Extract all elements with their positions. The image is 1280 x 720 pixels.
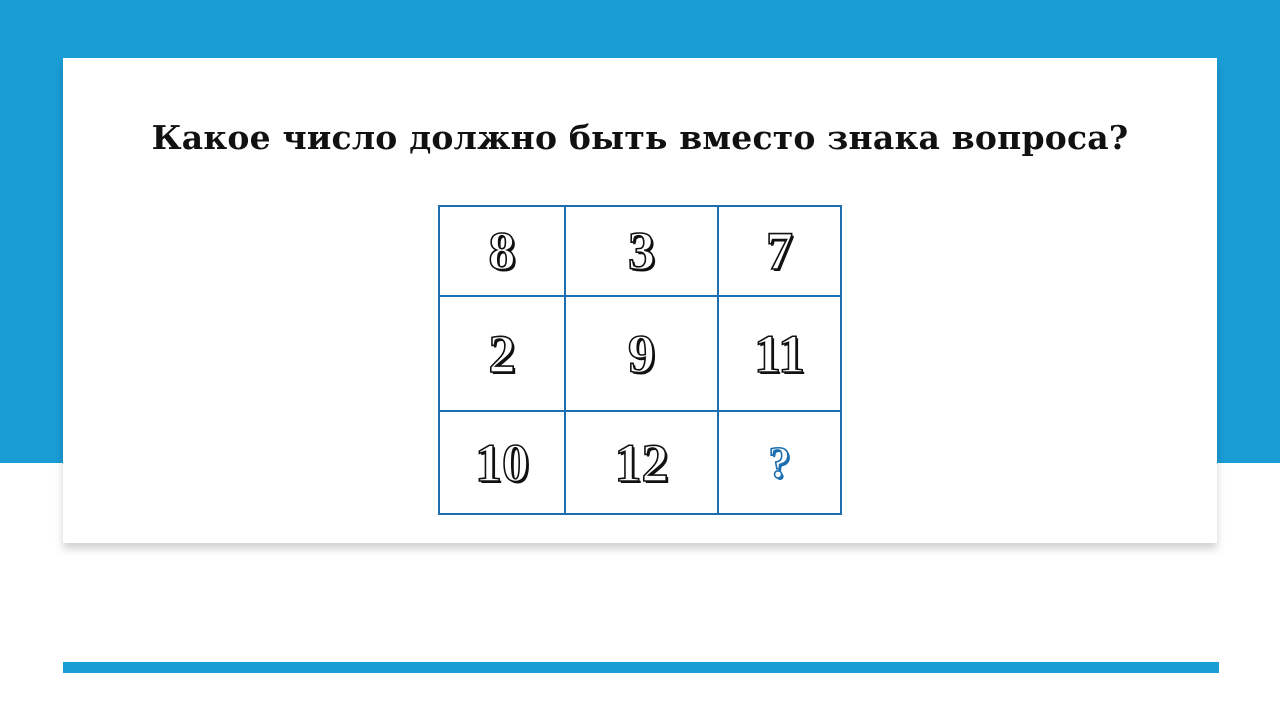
- grid-cell: 8: [438, 205, 566, 297]
- grid-cell: 11: [717, 295, 842, 412]
- grid-cell: 7: [717, 205, 842, 297]
- number-grid: 8 3 7 2 9 11 10 12 ?: [438, 205, 842, 515]
- question-mark: ?: [1108, 118, 1129, 157]
- grid-cell: 2: [438, 295, 566, 412]
- grid-cell: 10: [438, 410, 566, 515]
- grid-row: 8 3 7: [438, 205, 842, 297]
- grid-cell: 3: [564, 205, 719, 297]
- grid-row: 2 9 11: [438, 295, 842, 412]
- bottom-accent-bar: [63, 662, 1219, 673]
- grid-cell: 12: [564, 410, 719, 515]
- grid-cell-unknown: ?: [717, 410, 842, 515]
- grid-cell: 9: [564, 295, 719, 412]
- question-text: Какое число должно быть вместо знака воп…: [151, 118, 1109, 157]
- question-heading: Какое число должно быть вместо знака воп…: [0, 118, 1280, 157]
- grid-row: 10 12 ?: [438, 410, 842, 515]
